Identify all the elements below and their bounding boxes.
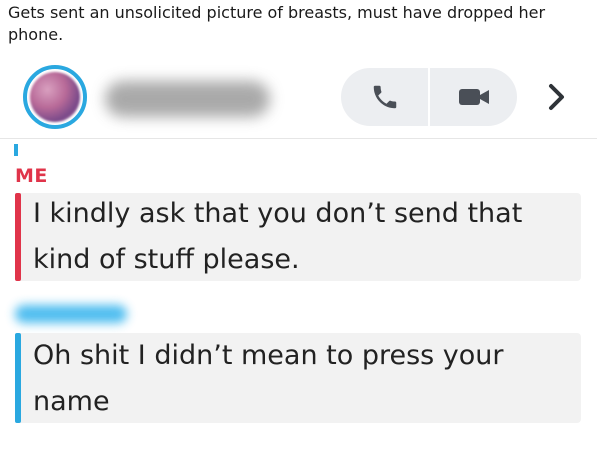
- post-caption: Gets sent an unsolicited picture of brea…: [8, 3, 546, 44]
- message-bubble-me[interactable]: I kindly ask that you don’t send that ki…: [15, 193, 581, 281]
- phone-icon: [373, 85, 396, 109]
- more-button[interactable]: [540, 80, 574, 114]
- chat-header: [0, 58, 597, 136]
- message-text: Oh shit I didn’t mean to press your name: [33, 340, 504, 417]
- voice-call-button[interactable]: [341, 68, 428, 126]
- chevron-right-icon: [549, 84, 564, 110]
- video-camera-icon: [458, 89, 489, 105]
- message-text: I kindly ask that you don’t send that ki…: [33, 198, 523, 275]
- blurred-friend-name: [105, 81, 270, 117]
- friend-avatar[interactable]: [23, 65, 87, 129]
- message-accent-bar: [15, 193, 21, 281]
- blurred-sender-label: [15, 305, 127, 323]
- sender-label-me: ME: [15, 165, 48, 187]
- message-bubble-friend[interactable]: Oh shit I didn’t mean to press your name: [15, 333, 581, 423]
- video-call-button[interactable]: [430, 68, 517, 126]
- avatar-image: [30, 72, 80, 122]
- message-accent-bar: [15, 333, 21, 423]
- typing-indicator: [14, 144, 18, 156]
- header-divider: [0, 138, 597, 139]
- call-button-group: [341, 68, 517, 126]
